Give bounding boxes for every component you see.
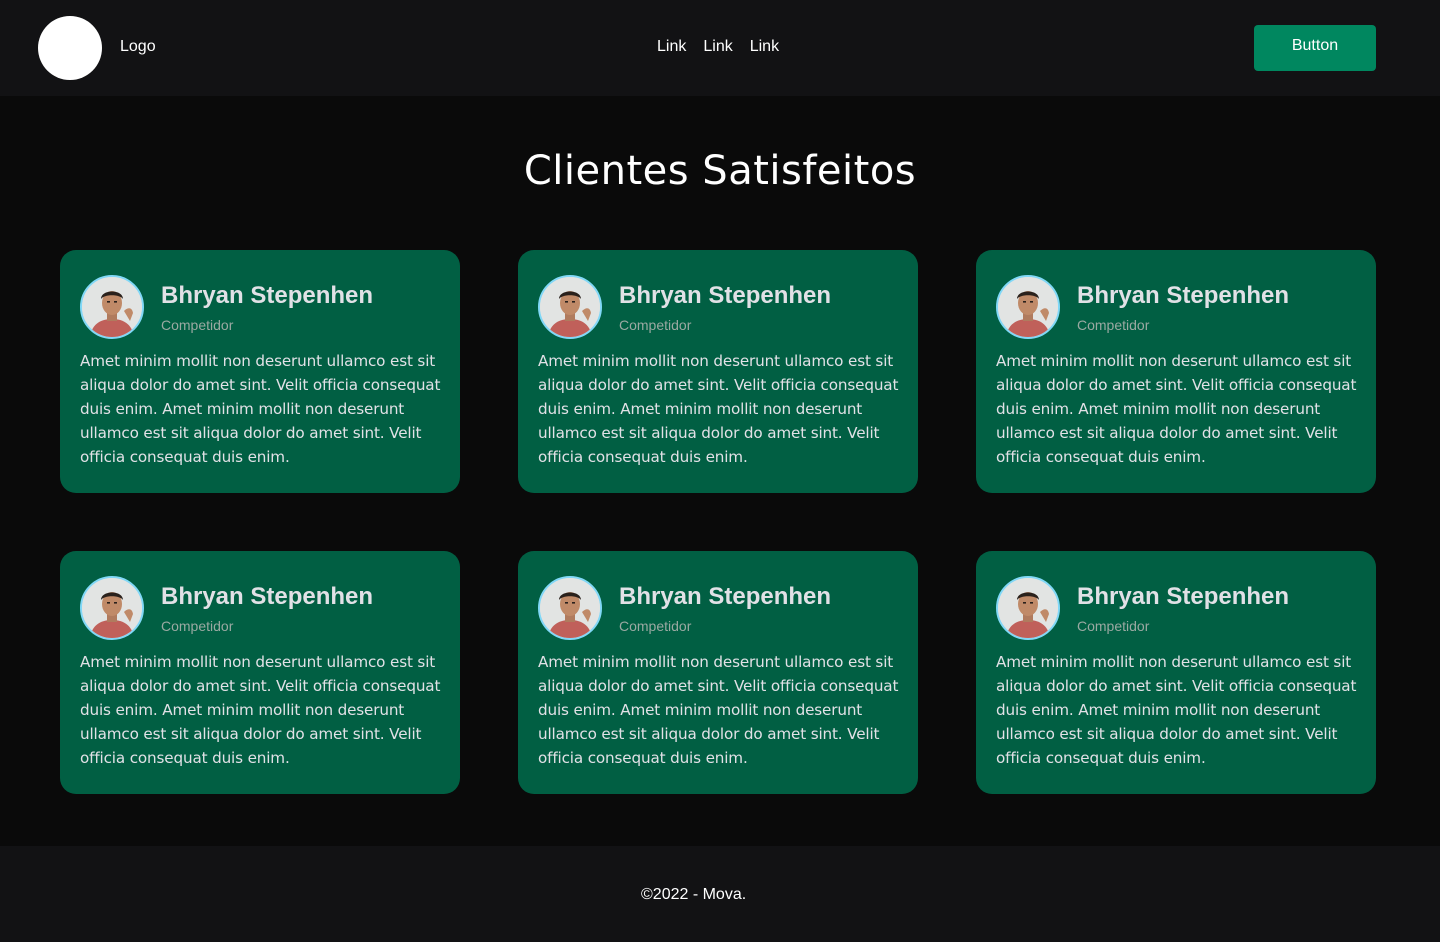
testimonial-text: Amet minim mollit non deserunt ullamco e… — [996, 653, 1357, 767]
testimonial-name: Bhryan Stepenhen — [161, 583, 374, 610]
avatar — [80, 576, 144, 640]
testimonial-card: Bhryan Stepenhen Competidor Amet minim m… — [976, 250, 1376, 493]
testimonial-name: Bhryan Stepenhen — [1077, 583, 1290, 610]
avatar — [80, 275, 144, 339]
avatar — [538, 576, 602, 640]
avatar — [538, 275, 602, 339]
testimonial-card: Bhryan Stepenhen Competidor Amet minim m… — [518, 250, 918, 493]
testimonial-role: Competidor — [619, 618, 692, 634]
logo-label[interactable]: Logo — [120, 38, 156, 56]
user-photo-icon — [998, 277, 1058, 337]
site-header: Logo Link Link Link Button — [0, 0, 1440, 96]
testimonial-text: Amet minim mollit non deserunt ullamco e… — [80, 653, 441, 767]
testimonial-name: Bhryan Stepenhen — [161, 282, 374, 309]
testimonial-name: Bhryan Stepenhen — [1077, 282, 1290, 309]
user-photo-icon — [998, 578, 1058, 638]
user-photo-icon — [82, 578, 142, 638]
nav-link-3[interactable]: Link — [750, 38, 779, 56]
avatar — [996, 576, 1060, 640]
nav-link-1[interactable]: Link — [657, 38, 686, 56]
main-nav: Link Link Link — [657, 38, 779, 56]
testimonial-text: Amet minim mollit non deserunt ullamco e… — [538, 352, 899, 466]
testimonial-card: Bhryan Stepenhen Competidor Amet minim m… — [60, 250, 460, 493]
user-photo-icon — [540, 277, 600, 337]
nav-link-2[interactable]: Link — [703, 38, 732, 56]
testimonial-name: Bhryan Stepenhen — [619, 282, 832, 309]
testimonial-card: Bhryan Stepenhen Competidor Amet minim m… — [976, 551, 1376, 794]
testimonial-role: Competidor — [161, 618, 234, 634]
testimonial-role: Competidor — [619, 317, 692, 333]
logo-icon[interactable] — [38, 16, 102, 80]
section-title: Clientes Satisfeitos — [523, 148, 917, 194]
header-button[interactable]: Button — [1254, 25, 1376, 71]
testimonial-text: Amet minim mollit non deserunt ullamco e… — [80, 352, 441, 466]
testimonial-text: Amet minim mollit non deserunt ullamco e… — [538, 653, 899, 767]
testimonial-card: Bhryan Stepenhen Competidor Amet minim m… — [60, 551, 460, 794]
testimonial-name: Bhryan Stepenhen — [619, 583, 832, 610]
testimonial-role: Competidor — [1077, 618, 1150, 634]
testimonial-role: Competidor — [161, 317, 234, 333]
testimonial-card: Bhryan Stepenhen Competidor Amet minim m… — [518, 551, 918, 794]
avatar — [996, 275, 1060, 339]
copyright-text: ©2022 - Mova. — [641, 886, 747, 903]
testimonial-text: Amet minim mollit non deserunt ullamco e… — [996, 352, 1357, 466]
user-photo-icon — [540, 578, 600, 638]
testimonial-role: Competidor — [1077, 317, 1150, 333]
user-photo-icon — [82, 277, 142, 337]
site-footer: ©2022 - Mova. — [0, 846, 1440, 942]
